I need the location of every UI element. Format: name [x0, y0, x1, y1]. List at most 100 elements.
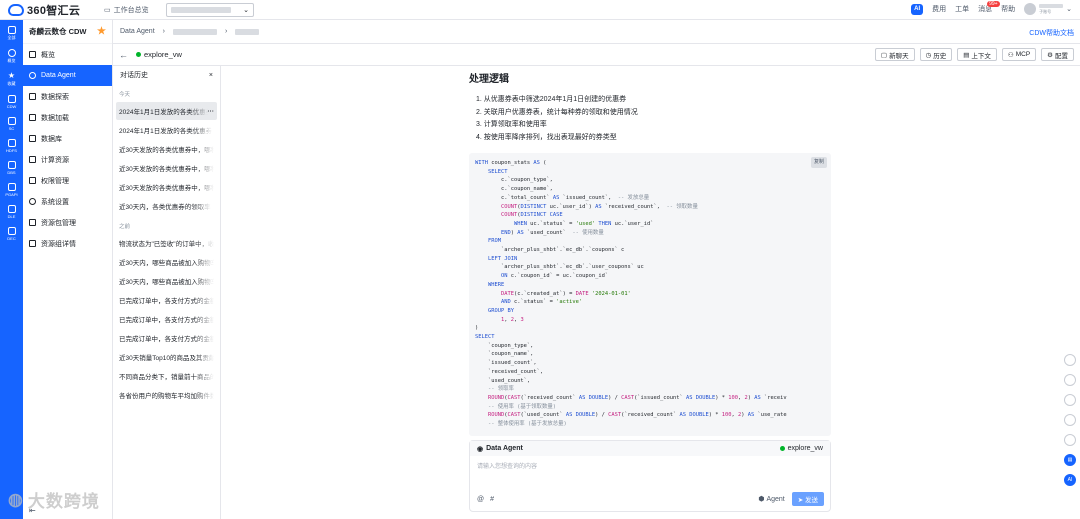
product-title: 奇麟云数仓 CDW: [29, 27, 87, 36]
notes-icon[interactable]: ▤: [1064, 454, 1076, 466]
history-group-label: 之前: [119, 224, 131, 230]
rail-item-pgapi[interactable]: PGAPI: [0, 183, 23, 197]
rail-label: CDW: [6, 104, 17, 109]
tickets-link[interactable]: 工单: [955, 4, 969, 14]
new-chat-button[interactable]: ▢ 新聊天: [874, 48, 915, 61]
agent-mode-label: Agent: [766, 495, 785, 503]
history-item[interactable]: 2024年1月1日发放的各类优惠券 ···: [116, 102, 217, 120]
rail-item-favorites[interactable]: ★ 收藏: [0, 72, 23, 87]
rail-item-all[interactable]: 全部: [0, 26, 23, 41]
status-dot: [136, 52, 141, 57]
history-item[interactable]: 已完成订单中，各支付方式的金额: [116, 291, 217, 309]
sidebar-item-database[interactable]: 数据库: [23, 128, 112, 149]
step-item: 1. 从优惠券表中筛选2024年1月1日创建的优惠券: [476, 96, 627, 103]
history-item[interactable]: 物流状态为"已签收"的订单中，收: [116, 234, 217, 252]
close-icon[interactable]: ×: [209, 72, 213, 79]
server-icon: [7, 117, 16, 125]
agent-icon: ◉: [477, 445, 484, 453]
send-button[interactable]: ➤ 发送: [791, 492, 824, 506]
rail-item-overview[interactable]: 概览: [0, 49, 23, 64]
api-icon: [7, 183, 16, 191]
document-icon[interactable]: [1064, 414, 1076, 426]
history-item[interactable]: 不同商品分类下，销量前十商品的: [116, 367, 217, 385]
sidebar-item-resource-groups[interactable]: 资源组详情: [23, 233, 112, 254]
mcp-button[interactable]: ⚇ MCP: [1001, 48, 1037, 61]
user-menu[interactable]: 子账号 ⌄: [1024, 3, 1072, 15]
history-item-text: 近30天发放的各类优惠券中，哪种: [119, 166, 214, 173]
sidebar-item-settings[interactable]: 系统设置: [23, 191, 112, 212]
chat-icon: ▢: [880, 51, 888, 59]
chat-workspace[interactable]: explore_vw: [788, 445, 823, 452]
watermark-text: 大数跨境: [27, 492, 100, 511]
context-button[interactable]: ▤ 上下文: [957, 48, 997, 61]
rail-item-cdw[interactable]: CDW: [0, 95, 23, 109]
history-item[interactable]: 2024年1月1日发放的各类优惠券: [116, 121, 217, 139]
history-item[interactable]: 各省份用户的购物车平均加购件数: [116, 386, 217, 404]
chat-title: Data Agent: [486, 445, 523, 452]
help-link[interactable]: 帮助: [1001, 4, 1015, 14]
project-name-redacted: [171, 7, 231, 13]
more-icon[interactable]: ···: [208, 108, 215, 115]
hashtag-icon[interactable]: #: [490, 496, 494, 503]
step-item: 3. 计算领取率和使用率: [476, 121, 547, 128]
config-button[interactable]: ⚙ 配置: [1041, 48, 1074, 61]
history-item-text: 物流状态为"已签收"的订单中，收: [119, 241, 214, 248]
headset-icon[interactable]: [1064, 354, 1076, 366]
sidebar-item-label: 数据加载: [41, 114, 69, 122]
history-item[interactable]: 近30天发放的各类优惠券中，哪种: [116, 159, 217, 177]
rail-item-dec[interactable]: DEC: [0, 227, 23, 241]
sql-code-block: 复制 WITH coupon_stats AS ( SELECT c.`coupo…: [469, 153, 831, 436]
gear-icon: [29, 198, 36, 205]
compute-icon: [29, 156, 36, 163]
sidebar-item-data-explore[interactable]: 数据探索: [23, 86, 112, 107]
messages-link[interactable]: 消息 99+: [978, 1, 1000, 14]
history-item-text: 2024年1月1日发放的各类优惠券: [119, 109, 208, 116]
breadcrumb-instance-redacted[interactable]: [235, 28, 260, 35]
chat-area: 处理逻辑 1. 从优惠券表中筛选2024年1月1日创建的优惠券 2. 关联用户优…: [222, 66, 1080, 519]
project-select[interactable]: ⌄: [166, 3, 254, 17]
at-mention-icon[interactable]: @: [477, 496, 484, 503]
sidebar-item-compute[interactable]: 计算资源: [23, 149, 112, 170]
history-button[interactable]: ◷ 历史: [919, 48, 953, 61]
agent-mode-icon: ⬢: [758, 496, 765, 503]
favorite-star-icon[interactable]: ★: [97, 26, 106, 37]
back-arrow-icon[interactable]: ←: [119, 50, 128, 60]
sidebar-item-resource-packs[interactable]: 资源包管理: [23, 212, 112, 233]
history-item[interactable]: 近30天销量Top10的商品及其贡献: [116, 348, 217, 366]
copy-button[interactable]: 复制: [810, 157, 827, 168]
sidebar-item-data-agent[interactable]: Data Agent: [23, 65, 112, 86]
sidebar-item-data-load[interactable]: 数据加载: [23, 107, 112, 128]
history-title: 对话历史: [120, 72, 148, 79]
rail-item-dbs[interactable]: DBS: [0, 161, 23, 175]
sidebar-item-permissions[interactable]: 权限管理: [23, 170, 112, 191]
ai-assistant-icon[interactable]: AI: [911, 3, 924, 15]
rail-item-dle[interactable]: DLE: [0, 205, 23, 219]
rail-item-hdfs[interactable]: HDFS: [0, 139, 23, 153]
send-label: 发送: [805, 497, 818, 504]
history-item[interactable]: 近30天内，各类优惠券的领取率: [116, 197, 217, 215]
breadcrumb-section[interactable]: Data Agent: [120, 28, 155, 35]
history-item[interactable]: 已完成订单中，各支付方式的金额: [116, 310, 217, 328]
fees-link[interactable]: 费用: [932, 4, 946, 14]
mail-icon[interactable]: [1064, 374, 1076, 386]
breadcrumb-cluster-redacted[interactable]: [172, 28, 217, 35]
help-docs-link[interactable]: CDW帮助文档: [1029, 28, 1074, 38]
ai-chat-icon[interactable]: AI: [1064, 474, 1076, 486]
phone-icon[interactable]: [1064, 394, 1076, 406]
history-item[interactable]: 近30天发放的各类优惠券中，哪种: [116, 178, 217, 196]
history-item[interactable]: 近30天内，哪些商品被加入购物车: [116, 253, 217, 271]
history-item[interactable]: 已完成订单中，各支付方式的金额: [116, 329, 217, 347]
watermark: ◍ 大数跨境: [8, 487, 100, 512]
cloud-logo-icon: [8, 4, 24, 16]
workbench-link[interactable]: ▭ 工作台总览: [104, 5, 149, 15]
agent-mode-toggle[interactable]: ⬢ Agent: [758, 495, 785, 504]
sidebar-item-overview[interactable]: 概览: [23, 44, 112, 65]
chat-input[interactable]: 请输入您想查询的内容: [470, 456, 830, 475]
plug-icon: ⚇: [1007, 51, 1014, 59]
wechat-icon[interactable]: [1064, 434, 1076, 446]
history-item[interactable]: 近30天发放的各类优惠券中，哪种: [116, 140, 217, 158]
breadcrumb: Data Agent › › CDW帮助文档: [113, 20, 1080, 44]
rail-item-sc[interactable]: SC: [0, 117, 23, 131]
history-item[interactable]: 近30天内，哪些商品被加入购物车: [116, 272, 217, 290]
brand-logo[interactable]: 360智汇云: [8, 3, 80, 17]
